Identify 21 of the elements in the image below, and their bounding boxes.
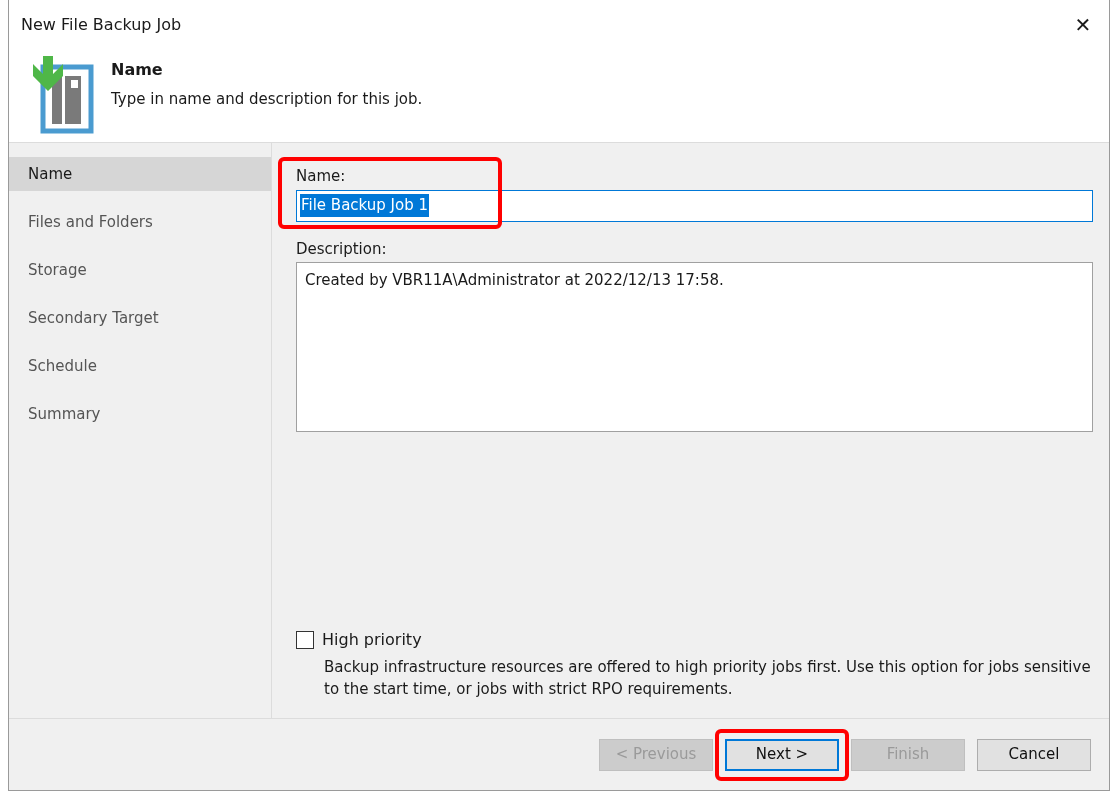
step-title: Name xyxy=(111,59,164,81)
wizard-step[interactable]: Summary xyxy=(9,397,271,431)
wizard-step[interactable]: Name xyxy=(9,157,271,191)
wizard-button[interactable]: Cancel xyxy=(977,738,1091,771)
backup-job-icon xyxy=(31,56,95,134)
option-description: Backup infrastructure resources are offered to high priority jobs first. Use this option for jobs sensitive to the start time, or jobs with strict RPO requirements. xyxy=(324,657,1092,700)
field-label: Description: xyxy=(296,238,388,260)
window-title: New File Backup Job xyxy=(21,14,182,36)
selected-text: File Backup Job 1 xyxy=(300,194,430,217)
description-text-area[interactable]: Created by VBR11A\Administrator at 2022/12/13 17:58. xyxy=(296,262,1093,432)
checkbox-label: High priority xyxy=(322,629,422,651)
wizard-step[interactable]: Files and Folders xyxy=(9,205,271,239)
wizard-step[interactable]: Schedule xyxy=(9,349,271,383)
name-input-field[interactable]: File Backup Job 1 xyxy=(296,189,1093,222)
wizard-step[interactable]: Storage xyxy=(9,253,271,287)
close-button[interactable]: ✕ xyxy=(1071,13,1095,37)
field-label: Name: xyxy=(296,166,347,187)
checkbox[interactable] xyxy=(296,631,314,649)
wizard-step[interactable]: Secondary Target xyxy=(9,301,271,335)
wizard-button[interactable]: Next > xyxy=(725,738,839,771)
step-subtitle: Type in name and description for this job. xyxy=(111,89,423,110)
